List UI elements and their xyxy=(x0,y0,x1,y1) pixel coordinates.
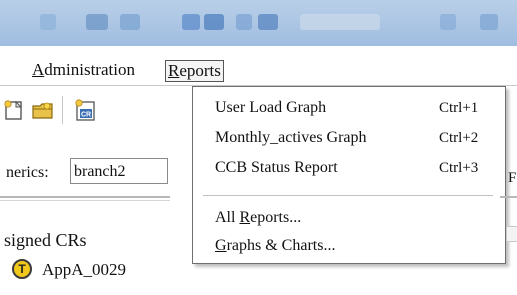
all-reports-accel: R xyxy=(239,209,251,226)
menu-item-user-load-graph[interactable]: User Load Graph Ctrl+1 xyxy=(193,95,503,121)
blurred-toolbar-icon[interactable] xyxy=(86,14,108,30)
menu-administration-accel: A xyxy=(32,60,45,79)
all-reports-pre: All xyxy=(215,209,240,226)
menu-item-ccb-status-report[interactable]: CCB Status Report Ctrl+3 xyxy=(193,155,503,181)
menu-administration-post: dministration xyxy=(44,60,135,79)
blurred-toolbar-icon[interactable] xyxy=(182,14,200,30)
blurred-toolbar-icon[interactable] xyxy=(480,14,498,30)
right-edge-divider xyxy=(500,196,517,198)
blurred-toolbar-icon[interactable] xyxy=(40,14,56,30)
folder-open-icon[interactable] xyxy=(32,100,54,120)
menu-separator xyxy=(203,195,493,196)
assigned-crs-label: signed CRs xyxy=(4,230,87,250)
document-new-icon[interactable] xyxy=(4,100,26,120)
blurred-toolbar-field[interactable] xyxy=(300,14,380,30)
panel-divider xyxy=(0,196,170,198)
blurred-toolbar-icon[interactable] xyxy=(204,14,224,30)
menu-item-label: User Load Graph xyxy=(215,99,327,116)
menu-item-shortcut: Ctrl+3 xyxy=(439,160,479,176)
left-panel: CR nerics: branch2 signed CRs T AppA_002… xyxy=(0,86,170,295)
right-edge-control[interactable] xyxy=(506,226,517,242)
menu-item-label: CCB Status Report xyxy=(215,159,338,176)
toolbar-separator xyxy=(62,96,63,124)
menu-item-monthly-actives-graph[interactable]: Monthly_actives Graph Ctrl+2 xyxy=(193,125,503,151)
menu-item-shortcut: Ctrl+2 xyxy=(439,130,479,146)
all-reports-post: eports... xyxy=(250,209,302,226)
menu-item-all-reports[interactable]: All Reports... xyxy=(193,205,503,231)
reports-dropdown-menu: User Load Graph Ctrl+1 Monthly_actives G… xyxy=(192,86,506,264)
menu-item-label: Graphs & Charts... xyxy=(215,233,335,259)
graphs-charts-accel: G xyxy=(215,237,227,254)
generics-field[interactable]: branch2 xyxy=(70,158,168,184)
cr-document-icon[interactable]: CR xyxy=(74,99,98,121)
svg-text:CR: CR xyxy=(81,112,91,119)
blurred-toolbar-icon[interactable] xyxy=(440,14,456,30)
menu-reports-accel: R xyxy=(168,61,180,80)
menu-item-shortcut: Ctrl+1 xyxy=(439,100,479,116)
menu-reports-post: eports xyxy=(179,61,221,80)
menu-bar: Administration Reports xyxy=(0,55,517,86)
top-toolbar-strip xyxy=(0,0,517,46)
menu-item-label: Monthly_actives Graph xyxy=(215,129,367,146)
blurred-toolbar-icon[interactable] xyxy=(236,14,252,30)
graphs-charts-post: raphs & Charts... xyxy=(226,237,336,254)
blurred-toolbar-icon[interactable] xyxy=(258,14,278,30)
menu-administration[interactable]: Administration xyxy=(30,60,137,80)
menu-item-graphs-charts[interactable]: Graphs & Charts... xyxy=(193,233,503,259)
cr-item-label: AppA_0029 xyxy=(42,260,127,279)
menu-reports[interactable]: Reports xyxy=(165,60,224,82)
panel-divider-shadow xyxy=(0,200,170,201)
blurred-toolbar-icon[interactable] xyxy=(120,14,140,30)
menu-item-label: All Reports... xyxy=(215,205,301,231)
generics-label: nerics: xyxy=(6,164,49,181)
right-edge-label: F xyxy=(508,170,517,186)
task-badge-icon: T xyxy=(12,259,32,279)
